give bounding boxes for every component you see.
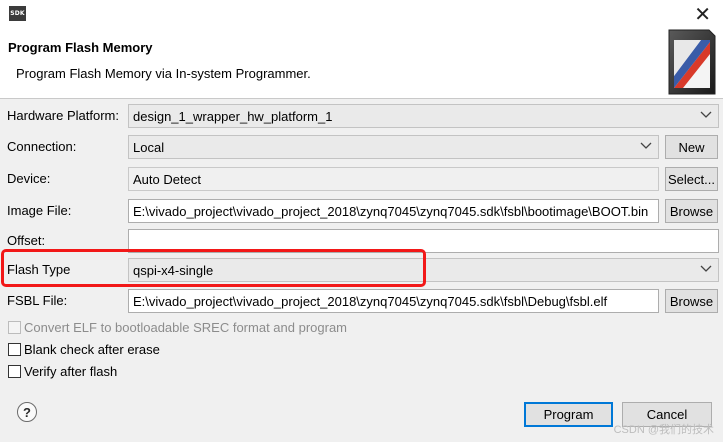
flash-memory-banner-icon bbox=[668, 29, 716, 95]
fsbl-file-browse-button[interactable]: Browse bbox=[665, 289, 718, 313]
offset-label: Offset: bbox=[7, 233, 46, 248]
flash-type-value: qspi-x4-single bbox=[133, 262, 214, 278]
new-connection-button[interactable]: New bbox=[665, 135, 718, 159]
header-divider bbox=[0, 98, 723, 99]
dialog-title: Program Flash Memory bbox=[8, 40, 153, 55]
fsbl-file-input[interactable]: E:\vivado_project\vivado_project_2018\zy… bbox=[128, 289, 659, 313]
program-button[interactable]: Program bbox=[524, 402, 613, 427]
connection-value: Local bbox=[133, 139, 165, 155]
image-file-browse-button[interactable]: Browse bbox=[665, 199, 718, 223]
select-device-button[interactable]: Select... bbox=[665, 167, 718, 191]
connection-label: Connection: bbox=[7, 139, 77, 154]
help-icon[interactable]: ? bbox=[17, 402, 37, 422]
convert-elf-label: Convert ELF to bootloadable SREC format … bbox=[24, 320, 348, 335]
dialog-description: Program Flash Memory via In-system Progr… bbox=[16, 66, 311, 81]
offset-input[interactable] bbox=[128, 229, 719, 253]
blank-check-label: Blank check after erase bbox=[24, 342, 160, 357]
flash-type-label: Flash Type bbox=[7, 262, 71, 277]
image-file-label: Image File: bbox=[7, 203, 72, 218]
sdk-app-icon: SDK bbox=[9, 6, 26, 21]
device-label: Device: bbox=[7, 171, 51, 186]
verify-label: Verify after flash bbox=[24, 364, 118, 379]
image-file-input[interactable]: E:\vivado_project\vivado_project_2018\zy… bbox=[128, 199, 659, 223]
close-icon[interactable]: ✕ bbox=[694, 2, 711, 26]
chevron-down-icon bbox=[700, 111, 712, 118]
device-field[interactable]: Auto Detect bbox=[128, 167, 659, 191]
chevron-down-icon bbox=[640, 142, 652, 149]
chevron-down-icon bbox=[700, 265, 712, 272]
convert-elf-checkbox[interactable] bbox=[8, 321, 21, 334]
fsbl-file-label: FSBL File: bbox=[7, 293, 68, 308]
csdn-watermark: CSDN @我们的技术 bbox=[613, 424, 714, 436]
title-bar bbox=[0, 0, 723, 30]
connection-combo[interactable]: Local bbox=[128, 135, 659, 159]
hardware-platform-label: Hardware Platform: bbox=[7, 108, 119, 123]
verify-checkbox[interactable] bbox=[8, 365, 21, 378]
flash-type-combo[interactable]: qspi-x4-single bbox=[128, 258, 719, 282]
hardware-platform-combo[interactable]: design_1_wrapper_hw_platform_1 bbox=[128, 104, 719, 128]
blank-check-checkbox[interactable] bbox=[8, 343, 21, 356]
hardware-platform-value: design_1_wrapper_hw_platform_1 bbox=[133, 108, 333, 124]
